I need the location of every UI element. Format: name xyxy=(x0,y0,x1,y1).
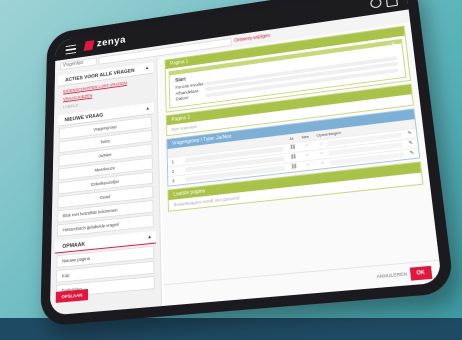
page2-label: Pagina 2 xyxy=(171,114,190,122)
menu-icon[interactable] xyxy=(66,45,76,55)
page1-label: Pagina 1 xyxy=(170,59,188,67)
link-icon[interactable]: ⛓ xyxy=(289,144,299,151)
tablet-device: zenya Vragenlijst Ontwerp wijzigen ACTIE… xyxy=(40,0,455,326)
row-number: 1 xyxy=(172,158,185,164)
app-screen: zenya Vragenlijst Ontwerp wijzigen ACTIE… xyxy=(50,0,442,316)
dialog-footer: ANNULEREN OK xyxy=(164,260,442,306)
cancel-button[interactable]: ANNULEREN xyxy=(376,271,407,279)
yes-checkbox[interactable]: ○ xyxy=(301,161,316,168)
edit-icon[interactable]: ✎ xyxy=(402,140,413,147)
row-number: 2 xyxy=(172,167,185,173)
tablet-wrap: zenya Vragenlijst Ontwerp wijzigen ACTIE… xyxy=(0,0,462,340)
no-checkbox[interactable]: ○ xyxy=(314,140,329,147)
no-checkbox[interactable]: ○ xyxy=(314,150,329,157)
zenya-logo-icon xyxy=(84,40,95,51)
main-area: Pagina 1 ✎ Start Functie invuller: Afhan… xyxy=(159,22,442,306)
chevron-up-icon: ▲ xyxy=(147,234,152,240)
ok-button[interactable]: OK xyxy=(409,266,432,281)
link-icon[interactable]: ⛓ xyxy=(290,153,300,160)
no-checkbox[interactable]: ○ xyxy=(315,160,330,167)
grid-header-no: Nee xyxy=(298,133,312,139)
logo-text: zenya xyxy=(97,35,126,49)
chevron-up-icon: ▲ xyxy=(145,65,150,71)
breadcrumb-field-value: Vragenlijst xyxy=(61,60,83,68)
save-button[interactable]: OPSLAAN xyxy=(56,289,88,303)
yes-checkbox[interactable]: ○ xyxy=(299,142,314,149)
notification-icon[interactable] xyxy=(386,0,398,7)
new-question-title-label: NIEUWE VRAAG xyxy=(64,113,103,123)
edit-icon[interactable]: ✎ xyxy=(391,41,397,48)
user-icon[interactable] xyxy=(370,0,382,9)
sidebar: ACTIES VOOR ALLE VRAGEN ▲ EIGENSCHAPPEN … xyxy=(50,58,162,315)
chevron-up-icon: ▲ xyxy=(145,106,150,112)
last-page-label: Laatste pagina xyxy=(173,188,205,197)
edit-icon[interactable]: ✎ xyxy=(401,130,412,137)
yes-checkbox[interactable]: ○ xyxy=(300,152,315,159)
link-icon[interactable]: ⛓ xyxy=(291,163,302,170)
layout-title-label: OPMAAK xyxy=(62,242,85,250)
edit-icon[interactable]: ✎ xyxy=(403,150,414,157)
grid-header-yes: Ja xyxy=(284,135,298,141)
row-number: 3 xyxy=(172,177,186,183)
